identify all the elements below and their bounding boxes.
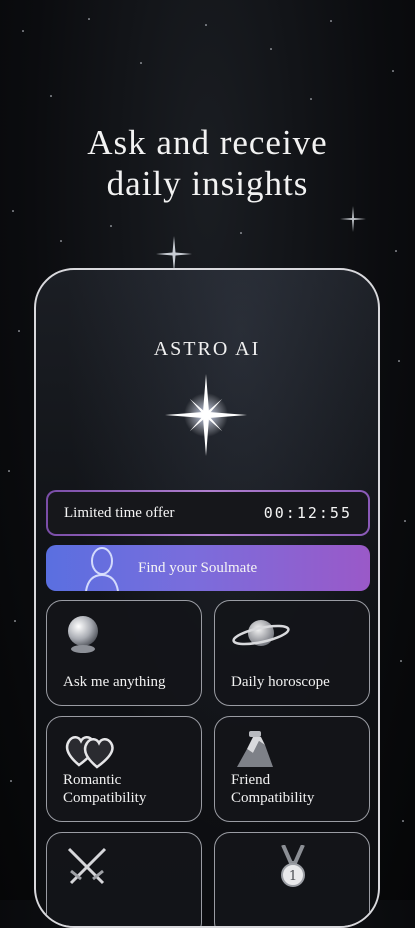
crossed-swords-card[interactable] — [46, 832, 202, 926]
medal-card[interactable]: 1 — [214, 832, 370, 926]
daily-horoscope-card[interactable]: Daily horoscope — [214, 600, 370, 706]
friend-compatibility-card[interactable]: Friend Compatibility — [214, 716, 370, 822]
ask-me-anything-card[interactable]: Ask me anything — [46, 600, 202, 706]
handshake-icon — [237, 731, 273, 767]
headline-line-1: Ask and receive — [87, 123, 328, 162]
romantic-compatibility-card[interactable]: Romantic Compatibility — [46, 716, 202, 822]
card-label-line-2: Compatibility — [231, 790, 315, 806]
crossed-swords-icon — [67, 847, 107, 885]
card-label: Ask me anything — [63, 674, 166, 690]
offer-label: Limited time offer — [64, 504, 175, 521]
soulmate-label: Find your Soulmate — [138, 559, 258, 576]
headline: Ask and receive daily insights — [0, 122, 415, 204]
limited-offer-banner[interactable]: Limited time offer 00:12:55 — [46, 490, 370, 536]
countdown-timer: 00:12:55 — [263, 504, 352, 522]
sparkle-icon — [156, 236, 192, 272]
star-icon — [165, 374, 247, 456]
planet-icon — [232, 620, 290, 646]
card-label-line-1: Friend — [231, 772, 271, 788]
crystal-ball-icon — [68, 616, 98, 653]
phone-mockup: ASTRO AI Limited time offer 00:12:55 Fin… — [34, 268, 380, 928]
card-label-line-2: Compatibility — [63, 790, 147, 806]
card-label-line-1: Romantic — [63, 772, 122, 788]
headline-line-2: daily insights — [106, 164, 309, 203]
find-soulmate-button[interactable]: Find your Soulmate — [46, 545, 370, 591]
human-silhouette-icon — [85, 547, 119, 591]
svg-text:1: 1 — [289, 869, 297, 884]
sparkle-icon — [340, 206, 366, 232]
card-label: Daily horoscope — [231, 674, 330, 690]
app-title: ASTRO AI — [153, 338, 261, 360]
hearts-icon — [65, 736, 114, 769]
medal-icon: 1 — [281, 845, 305, 887]
